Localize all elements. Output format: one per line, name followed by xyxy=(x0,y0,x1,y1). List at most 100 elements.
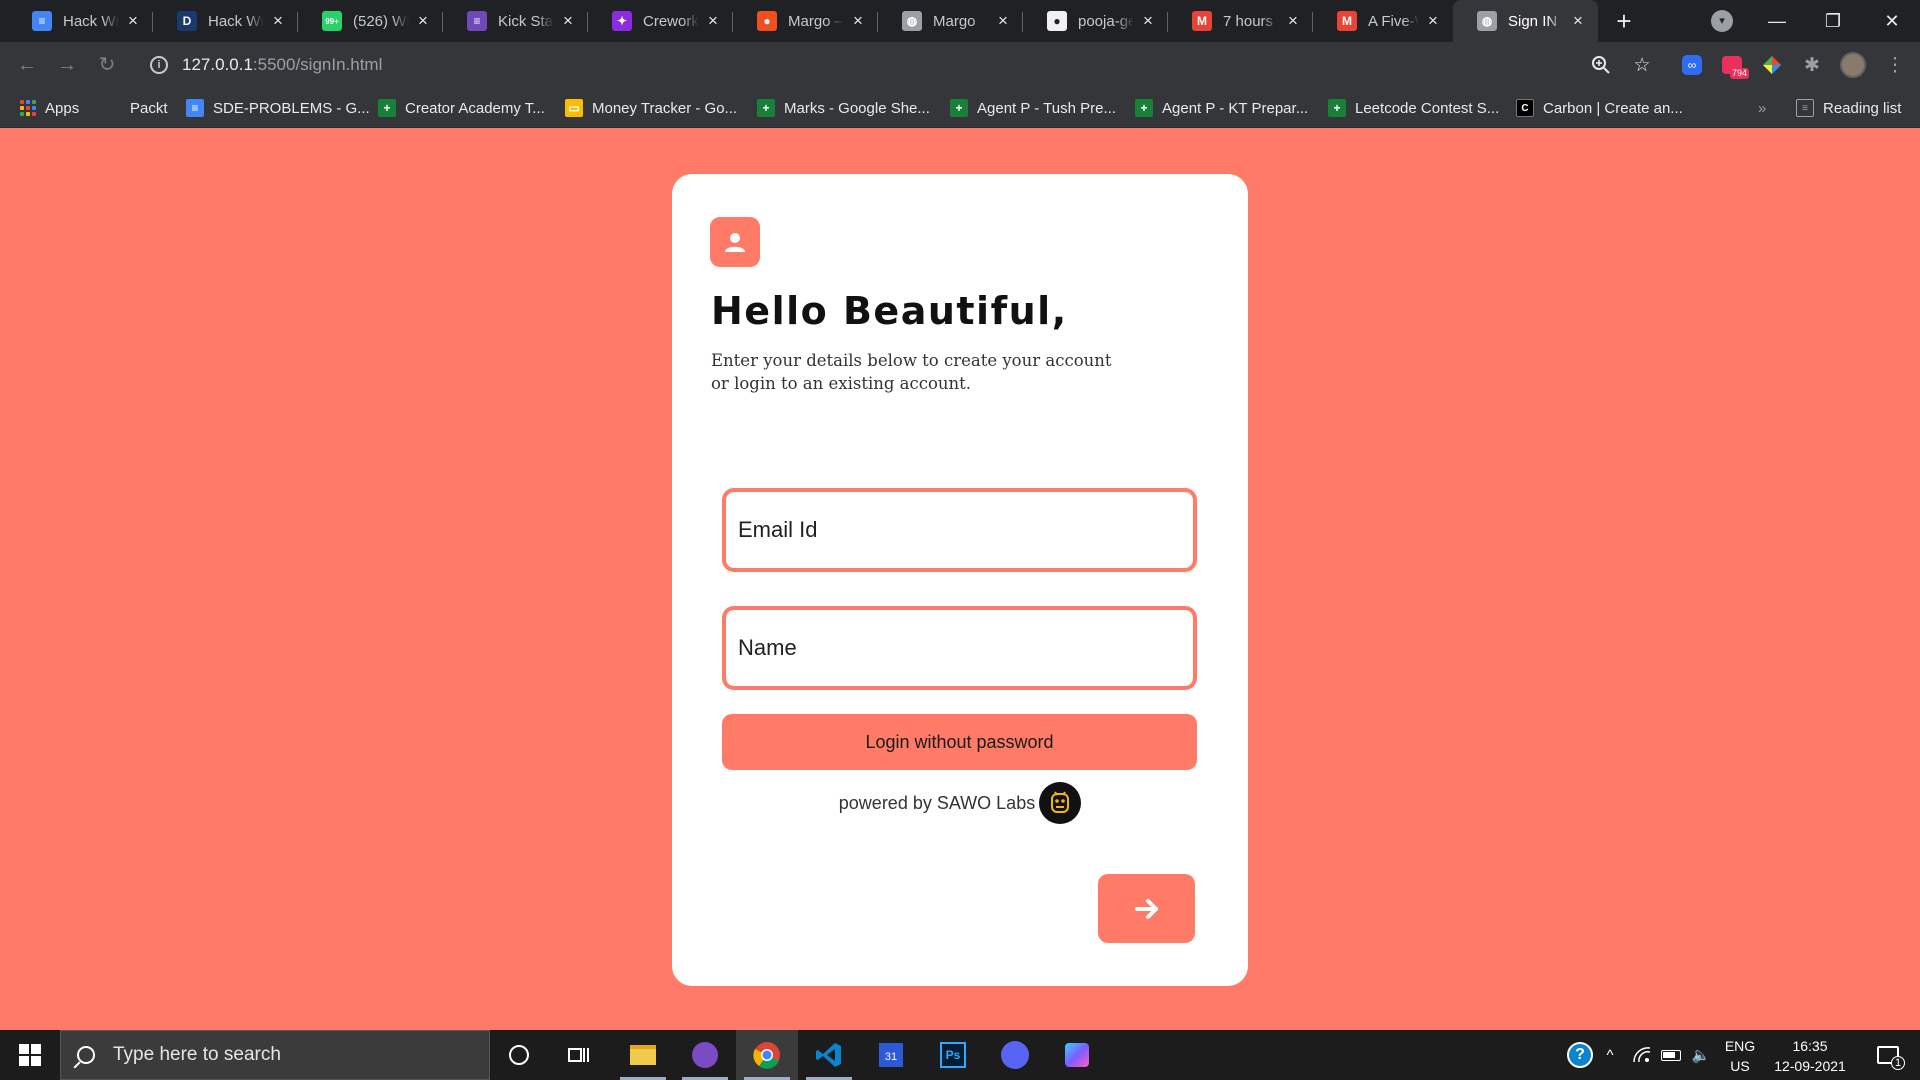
back-icon[interactable]: ← xyxy=(12,50,42,80)
tab-3[interactable]: 99+ (526) Wh × xyxy=(298,4,443,38)
reading-list-button[interactable]: ≡ Reading list xyxy=(1796,97,1901,119)
bookmark-creator-academy[interactable]: + Creator Academy T... xyxy=(378,97,545,119)
app-gradient-icon[interactable] xyxy=(1046,1030,1108,1080)
discord-icon[interactable] xyxy=(984,1030,1046,1080)
bookmark-sde-problems[interactable]: ≡ SDE-PROBLEMS - G... xyxy=(186,97,370,119)
google-docs-icon: ≡ xyxy=(32,11,52,31)
restore-icon[interactable]: ❐ xyxy=(1805,0,1861,42)
bookmark-carbon[interactable]: C Carbon | Create an... xyxy=(1516,97,1683,119)
github-desktop-icon[interactable] xyxy=(674,1030,736,1080)
tab-1[interactable]: ≡ Hack Wiz × xyxy=(8,4,153,38)
tab-11[interactable]: ◍ Sign IN × xyxy=(1453,0,1598,42)
close-tab-icon[interactable]: × xyxy=(705,12,721,29)
profile-avatar[interactable] xyxy=(1838,50,1868,80)
browser-menu-icon[interactable]: ⋮ xyxy=(1880,50,1910,80)
next-arrow-button[interactable] xyxy=(1098,874,1195,943)
chrome-icon[interactable] xyxy=(736,1030,798,1080)
tab-title: pooja-ge xyxy=(1078,12,1134,30)
clock[interactable]: 16:35 12-09-2021 xyxy=(1762,1036,1858,1076)
tab-5[interactable]: ✦ Crework × xyxy=(588,4,733,38)
vscode-icon[interactable] xyxy=(798,1030,860,1080)
taskbar-search[interactable]: Type here to search xyxy=(60,1030,490,1080)
close-window-icon[interactable]: ✕ xyxy=(1864,0,1920,42)
google-docs-icon: ≡ xyxy=(186,99,204,117)
google-sheets-icon: + xyxy=(757,99,775,117)
language-indicator[interactable]: ENG US xyxy=(1718,1036,1762,1076)
tab-search-icon[interactable]: ▾ xyxy=(1711,10,1733,32)
close-tab-icon[interactable]: × xyxy=(125,12,141,29)
sign-in-card: Hello Beautiful, Enter your details belo… xyxy=(672,174,1248,986)
bookmark-packt[interactable]: Packt xyxy=(130,97,168,119)
forward-icon[interactable]: → xyxy=(52,50,82,80)
volume-icon[interactable]: 🔈 xyxy=(1688,1030,1714,1080)
close-tab-icon[interactable]: × xyxy=(995,12,1011,29)
tab-6[interactable]: ● Margo – × xyxy=(733,4,878,38)
name-field[interactable] xyxy=(722,606,1197,690)
tab-title: 7 hours l xyxy=(1223,12,1279,30)
extensions-puzzle-icon[interactable]: ✱ xyxy=(1797,50,1827,80)
close-tab-icon[interactable]: × xyxy=(850,12,866,29)
tab-9[interactable]: M 7 hours l × xyxy=(1168,4,1313,38)
close-tab-icon[interactable]: × xyxy=(1570,12,1586,29)
zoom-icon[interactable] xyxy=(1586,50,1616,80)
calendar-icon[interactable]: 31 xyxy=(860,1030,922,1080)
close-tab-icon[interactable]: × xyxy=(270,12,286,29)
gmail-icon: M xyxy=(1192,11,1212,31)
bookmark-agent-p-tush[interactable]: + Agent P - Tush Pre... xyxy=(950,97,1116,119)
start-button[interactable] xyxy=(0,1030,60,1080)
tab-2[interactable]: D Hack Wiz × xyxy=(153,4,298,38)
close-tab-icon[interactable]: × xyxy=(1425,12,1441,29)
photoshop-icon[interactable]: Ps xyxy=(922,1030,984,1080)
notification-count: 1 xyxy=(1891,1056,1905,1070)
bookmark-agent-p-kt[interactable]: + Agent P - KT Prepar... xyxy=(1135,97,1308,119)
extension-badge: 794 xyxy=(1729,68,1749,79)
bookmark-money-tracker[interactable]: ▭ Money Tracker - Go... xyxy=(565,97,737,119)
email-field[interactable] xyxy=(722,488,1197,572)
bookmark-apps[interactable]: Apps xyxy=(20,97,79,119)
task-view-icon[interactable] xyxy=(548,1030,610,1080)
gmail-icon: M xyxy=(1337,11,1357,31)
extension-messenger-icon[interactable]: ∞ xyxy=(1677,50,1707,80)
tab-title: A Five-W xyxy=(1368,12,1419,30)
tray-chevron-up-icon[interactable]: ^ xyxy=(1598,1030,1622,1080)
github-icon: ● xyxy=(1047,11,1067,31)
more-bookmarks-icon[interactable]: » xyxy=(1758,97,1766,119)
bookmark-marks[interactable]: + Marks - Google She... xyxy=(757,97,930,119)
google-sheets-icon: + xyxy=(378,99,396,117)
help-icon[interactable]: ? xyxy=(1564,1030,1596,1080)
google-sheets-icon: + xyxy=(1135,99,1153,117)
tab-4[interactable]: ≡ Kick Start × xyxy=(443,4,588,38)
bookmark-leetcode-contest[interactable]: + Leetcode Contest S... xyxy=(1328,97,1499,119)
google-slides-icon: ▭ xyxy=(565,99,583,117)
notifications-icon[interactable]: 1 xyxy=(1866,1030,1910,1080)
tab-10[interactable]: M A Five-W × xyxy=(1313,4,1453,38)
tab-title: Margo xyxy=(933,12,976,30)
tab-8[interactable]: ● pooja-ge × xyxy=(1023,4,1168,38)
windows-logo-icon xyxy=(19,1044,41,1066)
close-tab-icon[interactable]: × xyxy=(1140,12,1156,29)
wifi-icon[interactable] xyxy=(1630,1030,1654,1080)
browser-tab-strip: ≡ Hack Wiz × D Hack Wiz × 99+ (526) Wh × ≡ Kick St… xyxy=(0,0,1920,42)
battery-icon[interactable] xyxy=(1658,1030,1684,1080)
login-without-password-button[interactable]: Login without password xyxy=(722,714,1197,770)
reload-icon[interactable]: ↻ xyxy=(92,50,122,80)
reading-list-icon: ≡ xyxy=(1796,99,1814,117)
close-tab-icon[interactable]: × xyxy=(415,12,431,29)
figma-icon: ● xyxy=(757,11,777,31)
minimize-icon[interactable]: — xyxy=(1749,0,1805,42)
site-info-icon[interactable]: i xyxy=(150,56,168,74)
extension-counter-icon[interactable]: 794 xyxy=(1717,50,1749,80)
tab-title: Margo – xyxy=(788,12,844,30)
close-tab-icon[interactable]: × xyxy=(560,12,576,29)
address-bar[interactable]: i 127.0.0.1:5500/signIn.html xyxy=(140,47,1580,83)
url-text[interactable]: 127.0.0.1:5500/signIn.html xyxy=(182,55,382,75)
cortana-icon[interactable] xyxy=(488,1030,550,1080)
file-explorer-icon[interactable] xyxy=(612,1030,674,1080)
new-tab-button[interactable]: + xyxy=(1610,8,1638,36)
tab-7[interactable]: ◍ Margo × xyxy=(878,4,1023,38)
page-subtitle: Enter your details below to create your … xyxy=(711,351,1112,393)
bookmark-star-icon[interactable]: ☆ xyxy=(1627,50,1657,80)
page-title: Hello Beautiful, xyxy=(711,289,1068,333)
extension-color-picker-icon[interactable] xyxy=(1757,50,1787,80)
close-tab-icon[interactable]: × xyxy=(1285,12,1301,29)
